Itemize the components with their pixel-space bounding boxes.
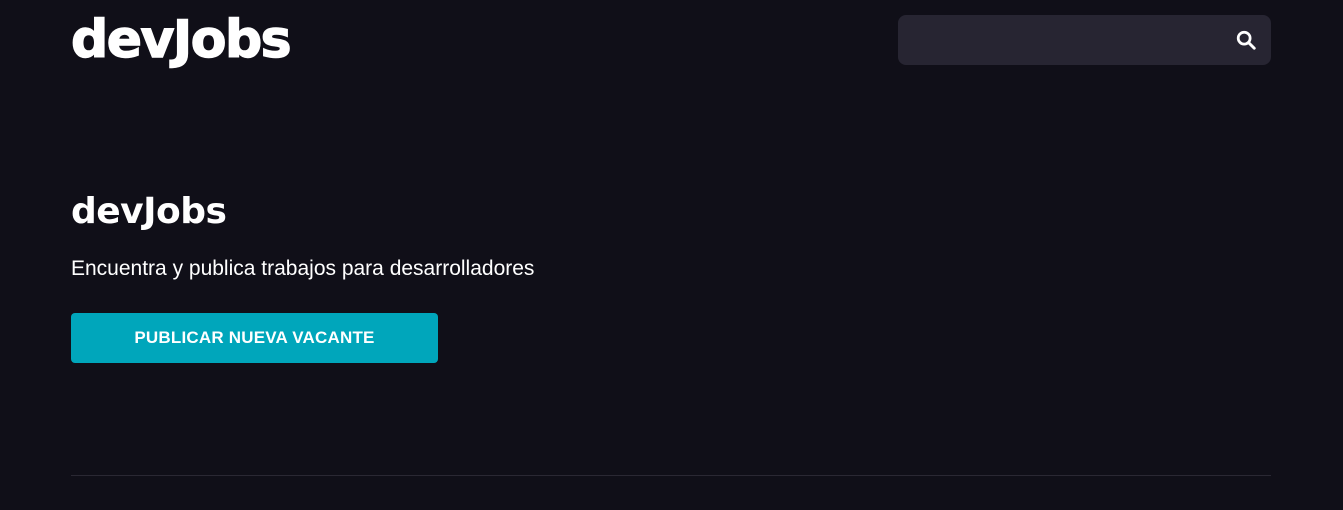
site-logo[interactable]: devJobs — [70, 8, 292, 72]
section-divider — [71, 475, 1271, 476]
hero-title: devJobs — [71, 191, 227, 232]
search-icon[interactable] — [1235, 29, 1257, 51]
hero-subtitle: Encuentra y publica trabajos para desarr… — [71, 257, 535, 280]
search-bar[interactable] — [898, 15, 1271, 65]
site-header: devJobs — [70, 0, 1271, 80]
search-input[interactable] — [898, 15, 1218, 65]
hero-section: devJobs Encuentra y publica trabajos par… — [71, 190, 1271, 363]
publish-vacancy-button[interactable]: PUBLICAR NUEVA VACANTE — [71, 313, 438, 363]
